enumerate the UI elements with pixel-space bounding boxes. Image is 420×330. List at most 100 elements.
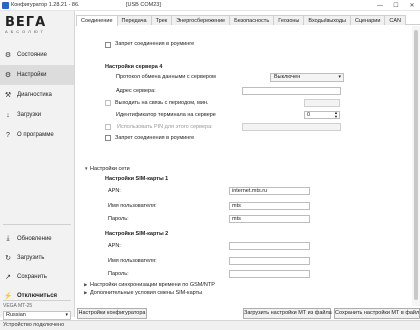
sim2-pass-input[interactable] xyxy=(229,270,310,278)
pin-label: Использовать PIN для этого сервера: xyxy=(117,124,213,130)
protocol-select[interactable]: Выключен ▾ xyxy=(270,73,344,82)
status-text: Устройство подключено xyxy=(3,322,65,328)
terminal-id-value: 0 xyxy=(307,112,311,118)
sim2-title: Настройки SIM-карты 2 xyxy=(105,231,169,237)
sim2-user-input[interactable] xyxy=(229,257,310,265)
gear-icon: ⚙ xyxy=(4,72,12,79)
roaming-label-top: Запрет соединения в роуминге xyxy=(115,41,195,47)
sidebar-item-label: О программе xyxy=(17,132,54,138)
tab-track[interactable]: Трек xyxy=(150,15,173,25)
tab-scenarios[interactable]: Сценарии xyxy=(349,15,386,25)
network-title: Настройки сети xyxy=(90,166,130,172)
update-label: Обновление xyxy=(17,235,52,242)
com-port-label: [USB COM23] xyxy=(126,2,161,8)
sim2-user-label: Имя пользователя: xyxy=(108,258,157,264)
close-button[interactable]: ✕ xyxy=(404,0,420,11)
pin-checkbox[interactable] xyxy=(105,124,111,130)
tab-can[interactable]: CAN xyxy=(384,15,407,25)
language-value: Russian xyxy=(6,312,26,318)
sidebar-item-downloads[interactable]: ↓ Загрузки xyxy=(0,105,74,125)
configurator-settings-button[interactable]: Настройки конфигуратора xyxy=(77,308,147,319)
sim2-pass-label: Пароль: xyxy=(108,271,129,277)
spinner-arrows-icon[interactable]: ▲ ▼ xyxy=(334,111,338,119)
roaming-checkbox[interactable] xyxy=(105,135,111,141)
vega-logo: ВЕГА АБСОЛЮТ xyxy=(5,15,46,34)
sim1-pass-input[interactable]: mts xyxy=(229,215,310,223)
sidebar-item-about[interactable]: ? О программе xyxy=(0,125,74,145)
sidebar-item-label: Состояние xyxy=(17,52,47,58)
roaming-checkbox-top[interactable] xyxy=(105,42,111,48)
sidebar-item-label: Загрузки xyxy=(17,112,42,118)
status-bar: Устройство подключено xyxy=(0,320,420,330)
tab-security[interactable]: Безопасность xyxy=(229,15,275,25)
pin-input[interactable] xyxy=(242,123,341,131)
address-label: Адрес сервера: xyxy=(116,88,156,94)
sidebar-actions: ⤓ Обновление ↻ Загрузить ↗ Сохранить ⚡ О… xyxy=(0,229,74,305)
title-bar: Конфигуратор 1.28.21 - 86. [USB COM23] —… xyxy=(0,0,420,11)
load-from-file-button[interactable]: Загрузить настройки МТ из файла xyxy=(243,308,332,319)
save-button[interactable]: ↗ Сохранить xyxy=(0,267,74,286)
logo-brand: ВЕГА xyxy=(5,15,47,30)
load-icon: ↻ xyxy=(5,254,11,262)
network-section[interactable]: ▼ Настройки сети xyxy=(84,166,130,172)
device-model: VEGA MT-25 xyxy=(3,303,33,309)
tab-geofences[interactable]: Геозоны xyxy=(273,15,305,25)
protocol-label: Протокол обмена данными с сервером xyxy=(116,74,216,80)
sim-extra-title: Дополнительные условия смены SIM-карты xyxy=(90,290,203,296)
server4-title: Настройки сервера 4 xyxy=(105,64,163,70)
chevron-down-icon: ▾ xyxy=(65,312,68,318)
language-select[interactable]: Russian ▾ xyxy=(3,311,71,320)
disconnect-label: Отключиться xyxy=(17,292,58,299)
vertical-scrollbar[interactable] xyxy=(412,26,420,306)
gsm-sync-section[interactable]: ▶ Настройки синхронизации времени по GSM/… xyxy=(84,282,215,288)
sim1-apn-label: APN: xyxy=(108,188,121,194)
address-input[interactable] xyxy=(242,87,341,95)
minimize-button[interactable]: — xyxy=(372,0,388,11)
sim1-apn-input[interactable]: internet.mts.ru xyxy=(229,187,310,195)
divider xyxy=(3,224,71,225)
tab-transfer[interactable]: Передача xyxy=(116,15,152,25)
protocol-value: Выключен xyxy=(274,74,301,80)
load-button[interactable]: ↻ Загрузить xyxy=(0,248,74,267)
sim1-pass-label: Пароль: xyxy=(108,216,129,222)
period-input[interactable] xyxy=(304,99,340,107)
settings-tabs: Соединение Передача Трек Энергосбережени… xyxy=(76,15,420,26)
sidebar-item-settings[interactable]: ⚙ Настройки xyxy=(0,65,74,85)
app-icon xyxy=(2,2,9,9)
update-button[interactable]: ⤓ Обновление xyxy=(0,229,74,248)
sidebar: ВЕГА АБСОЛЮТ ⚙ Состояние ⚙ Настройки ⚒ Д… xyxy=(0,11,75,320)
gsm-sync-title: Настройки синхронизации времени по GSM/N… xyxy=(90,282,215,288)
save-icon: ↗ xyxy=(5,273,11,281)
scrollbar-thumb[interactable] xyxy=(414,30,418,300)
bottom-toolbar: Настройки конфигуратора Загрузить настро… xyxy=(76,308,420,320)
period-label: Выходить на связь с периодом, мин. xyxy=(115,100,209,106)
sim1-user-input[interactable]: mts xyxy=(229,202,310,210)
tools-icon: ⚒ xyxy=(4,92,12,99)
divider xyxy=(3,300,71,301)
period-checkbox[interactable] xyxy=(105,100,111,106)
chevron-down-icon: ▾ xyxy=(338,74,341,80)
sim1-user-label: Имя пользователя: xyxy=(108,203,157,209)
sidebar-item-label: Диагностика xyxy=(17,92,52,98)
save-label: Сохранить xyxy=(17,273,47,280)
sim1-title: Настройки SIM-карты 1 xyxy=(105,176,169,182)
update-icon: ⤓ xyxy=(6,234,10,242)
info-icon: ? xyxy=(6,131,10,139)
load-label: Загрузить xyxy=(17,254,45,261)
tab-connection[interactable]: Соединение xyxy=(76,15,118,26)
save-to-file-button[interactable]: Сохранить настройки МТ в файл xyxy=(334,308,420,319)
sidebar-item-status[interactable]: ⚙ Состояние xyxy=(0,45,74,65)
sim2-apn-input[interactable] xyxy=(229,242,310,250)
sim-extra-section[interactable]: ▶ Дополнительные условия смены SIM-карты xyxy=(84,290,202,296)
power-icon: ⚡ xyxy=(3,292,13,300)
tab-power-saving[interactable]: Энергосбережение xyxy=(171,15,231,25)
maximize-button[interactable]: ☐ xyxy=(388,0,404,11)
settings-panel: Запрет соединения в роуминге Настройки с… xyxy=(76,26,412,306)
tab-io[interactable]: Входы/выходы xyxy=(303,15,351,25)
sidebar-item-label: Настройки xyxy=(17,72,47,78)
window-title: Конфигуратор 1.28.21 - 86. xyxy=(11,2,80,8)
status-icon: ⚙ xyxy=(4,52,12,59)
terminal-id-input[interactable]: 0 ▲ ▼ xyxy=(304,111,340,119)
terminal-id-label: Идентификатор терминала на сервере xyxy=(116,112,216,118)
sidebar-item-diagnostics[interactable]: ⚒ Диагностика xyxy=(0,85,74,105)
